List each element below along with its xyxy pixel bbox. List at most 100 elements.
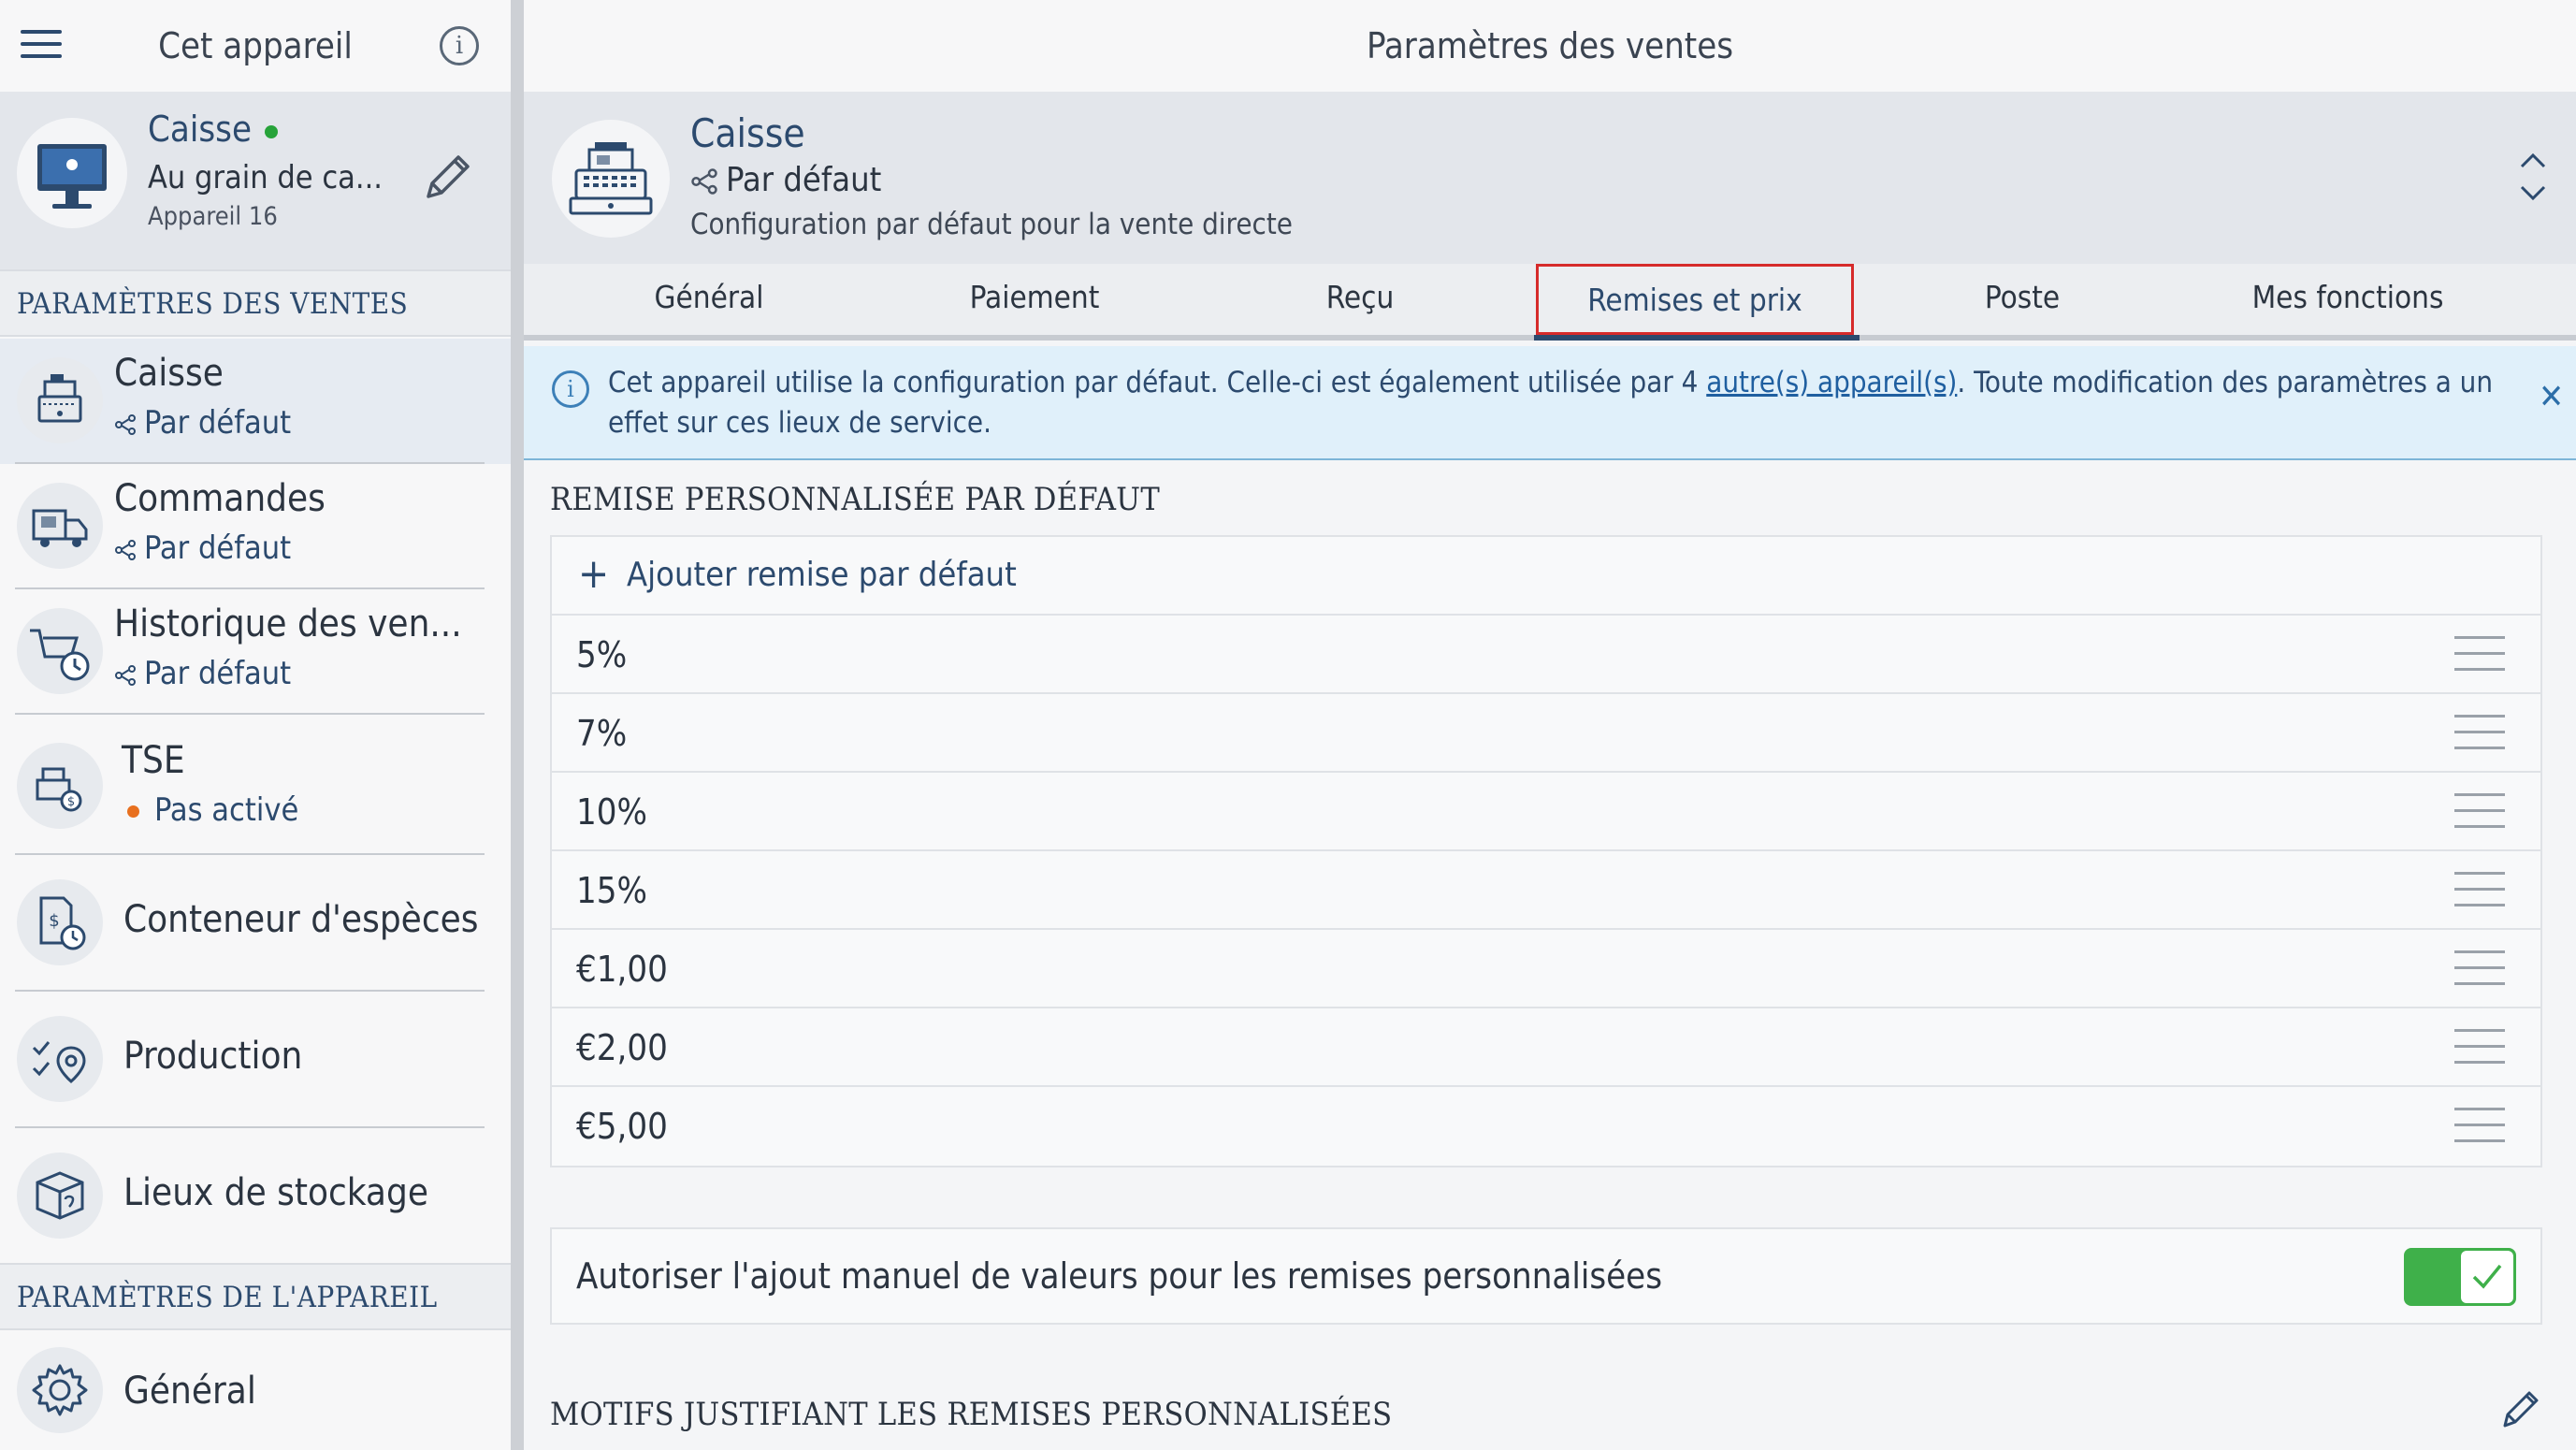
- section-header-sales-settings: PARAMÈTRES DES VENTES: [0, 269, 511, 337]
- discount-value: 15%: [576, 870, 647, 911]
- delivery-truck-icon: [17, 483, 103, 569]
- status-dot: [127, 805, 139, 818]
- add-discount-button[interactable]: + Ajouter remise par défaut: [552, 537, 2540, 616]
- info-icon: i: [552, 370, 589, 408]
- config-description: Configuration par défaut pour la vente d…: [690, 208, 1293, 241]
- sidebar-title: Cet appareil: [158, 25, 353, 66]
- computer-icon: [17, 118, 127, 228]
- active-tab-indicator: [1534, 335, 1860, 341]
- drag-handle-icon[interactable]: [2454, 950, 2505, 986]
- tab-mes-fonctions[interactable]: Mes fonctions: [2185, 264, 2511, 335]
- device-card[interactable]: Caisse Au grain de ca... Appareil 16: [0, 92, 511, 269]
- list-item[interactable]: 5%: [552, 616, 2540, 694]
- cash-container-icon: $: [17, 879, 103, 965]
- share-icon: [115, 664, 136, 686]
- sidebar-item-conteneur[interactable]: $ Conteneur d'espèces: [0, 855, 511, 992]
- tse-icon: $: [17, 743, 103, 829]
- tab-remises-et-prix[interactable]: Remises et prix: [1536, 264, 1854, 335]
- discount-list: + Ajouter remise par défaut 5% 7% 10% 15…: [550, 535, 2542, 1167]
- main-panel: Paramètres des ventes Caisse Par défaut …: [524, 0, 2576, 1450]
- sidebar-item-sub: Par défaut: [114, 655, 291, 692]
- pane-divider[interactable]: [511, 0, 524, 1450]
- reasons-section-header: MOTIFS JUSTIFIANT LES REMISES PERSONNALI…: [550, 1396, 1393, 1433]
- sidebar-item-label: Général: [123, 1370, 256, 1413]
- storage-icon: [17, 1153, 103, 1239]
- add-discount-label: Ajouter remise par défaut: [627, 556, 1017, 594]
- tab-poste[interactable]: Poste: [1860, 264, 2185, 335]
- sidebar: Cet appareil i Caisse Au grain de ca... …: [0, 0, 511, 1450]
- edit-pencil-icon[interactable]: [2497, 1385, 2546, 1433]
- share-icon: [691, 168, 717, 195]
- discount-section-header: REMISE PERSONNALISÉE PAR DÉFAUT: [550, 481, 1161, 518]
- list-item[interactable]: 15%: [552, 851, 2540, 930]
- drag-handle-icon[interactable]: [2454, 715, 2505, 750]
- cart-history-icon: [17, 608, 103, 694]
- sidebar-item-production[interactable]: Production: [0, 992, 511, 1128]
- sidebar-item-label: TSE: [122, 739, 185, 782]
- list-item[interactable]: 10%: [552, 773, 2540, 851]
- config-card[interactable]: Caisse Par défaut Configuration par défa…: [524, 92, 2576, 264]
- discount-value: 7%: [576, 713, 628, 754]
- sidebar-item-commandes[interactable]: Commandes Par défaut: [0, 464, 511, 589]
- drag-handle-icon[interactable]: [2454, 636, 2505, 672]
- sidebar-item-label: Commandes: [114, 477, 326, 520]
- cash-register-icon: [552, 120, 670, 238]
- online-status-dot: [265, 124, 278, 138]
- manual-discount-toggle[interactable]: [2404, 1248, 2516, 1306]
- list-item[interactable]: €5,00: [552, 1087, 2540, 1166]
- drag-handle-icon[interactable]: [2454, 793, 2505, 829]
- drag-handle-icon[interactable]: [2454, 1029, 2505, 1065]
- info-icon[interactable]: i: [440, 26, 479, 65]
- tab-bar: Général Paiement Reçu Remises et prix Po…: [524, 264, 2576, 341]
- tab-general[interactable]: Général: [546, 264, 872, 335]
- discount-value: €2,00: [576, 1027, 668, 1068]
- share-icon: [115, 413, 136, 435]
- discount-value: €1,00: [576, 949, 668, 990]
- sidebar-header: Cet appareil i: [0, 0, 511, 92]
- main-header: Paramètres des ventes: [524, 0, 2576, 92]
- sidebar-item-label: Conteneur d'espèces: [123, 898, 479, 941]
- sidebar-item-sub: Par défaut: [114, 529, 291, 567]
- list-item[interactable]: €1,00: [552, 930, 2540, 1008]
- sidebar-item-general[interactable]: Général: [0, 1330, 511, 1450]
- edit-pencil-icon[interactable]: [417, 148, 477, 208]
- banner-text: Cet appareil utilise la configuration pa…: [608, 366, 2494, 440]
- sidebar-item-label: Production: [123, 1035, 303, 1078]
- device-name: Caisse: [148, 109, 278, 150]
- page-title: Paramètres des ventes: [1366, 25, 1734, 66]
- checkmark-icon: [2461, 1251, 2513, 1303]
- share-icon: [115, 539, 136, 560]
- sidebar-item-status: Pas activé: [114, 791, 298, 829]
- expand-collapse-chevron-icon[interactable]: [2514, 144, 2552, 210]
- svg-text:$: $: [49, 911, 59, 931]
- discount-value: 10%: [576, 791, 647, 833]
- sidebar-item-caisse[interactable]: Caisse Par défaut: [0, 339, 511, 464]
- manual-discount-label: Autoriser l'ajout manuel de valeurs pour…: [576, 1255, 1663, 1297]
- sidebar-item-tse[interactable]: $ TSE Pas activé: [0, 718, 511, 855]
- drag-handle-icon[interactable]: [2454, 872, 2505, 907]
- info-banner: i Cet appareil utilise la configuration …: [524, 346, 2576, 460]
- config-name: Caisse: [690, 110, 805, 156]
- svg-text:$: $: [67, 795, 75, 809]
- tab-recu[interactable]: Reçu: [1197, 264, 1523, 335]
- list-item[interactable]: 7%: [552, 694, 2540, 773]
- other-devices-link[interactable]: autre(s) appareil(s): [1706, 366, 1957, 399]
- sidebar-item-historique[interactable]: Historique des ven... Par défaut: [0, 589, 511, 715]
- discount-value: 5%: [576, 634, 628, 675]
- discount-value: €5,00: [576, 1106, 668, 1147]
- plus-icon: +: [578, 550, 610, 598]
- production-icon: [17, 1016, 103, 1102]
- list-item[interactable]: €2,00: [552, 1008, 2540, 1087]
- drag-handle-icon[interactable]: [2454, 1108, 2505, 1143]
- sidebar-item-stockage[interactable]: Lieux de stockage: [0, 1128, 511, 1265]
- device-location: Au grain de ca...: [148, 159, 384, 196]
- cash-register-icon: [17, 357, 103, 443]
- config-mode: Par défaut: [690, 161, 881, 199]
- sidebar-item-label: Historique des ven...: [114, 602, 462, 645]
- tab-paiement[interactable]: Paiement: [872, 264, 1197, 335]
- sidebar-item-label: Caisse: [114, 352, 224, 395]
- section-header-device-settings: PARAMÈTRES DE L'APPAREIL: [0, 1263, 511, 1330]
- gear-icon: [17, 1347, 103, 1433]
- manual-discount-setting: Autoriser l'ajout manuel de valeurs pour…: [550, 1227, 2542, 1325]
- close-icon[interactable]: ✕: [2539, 378, 2564, 416]
